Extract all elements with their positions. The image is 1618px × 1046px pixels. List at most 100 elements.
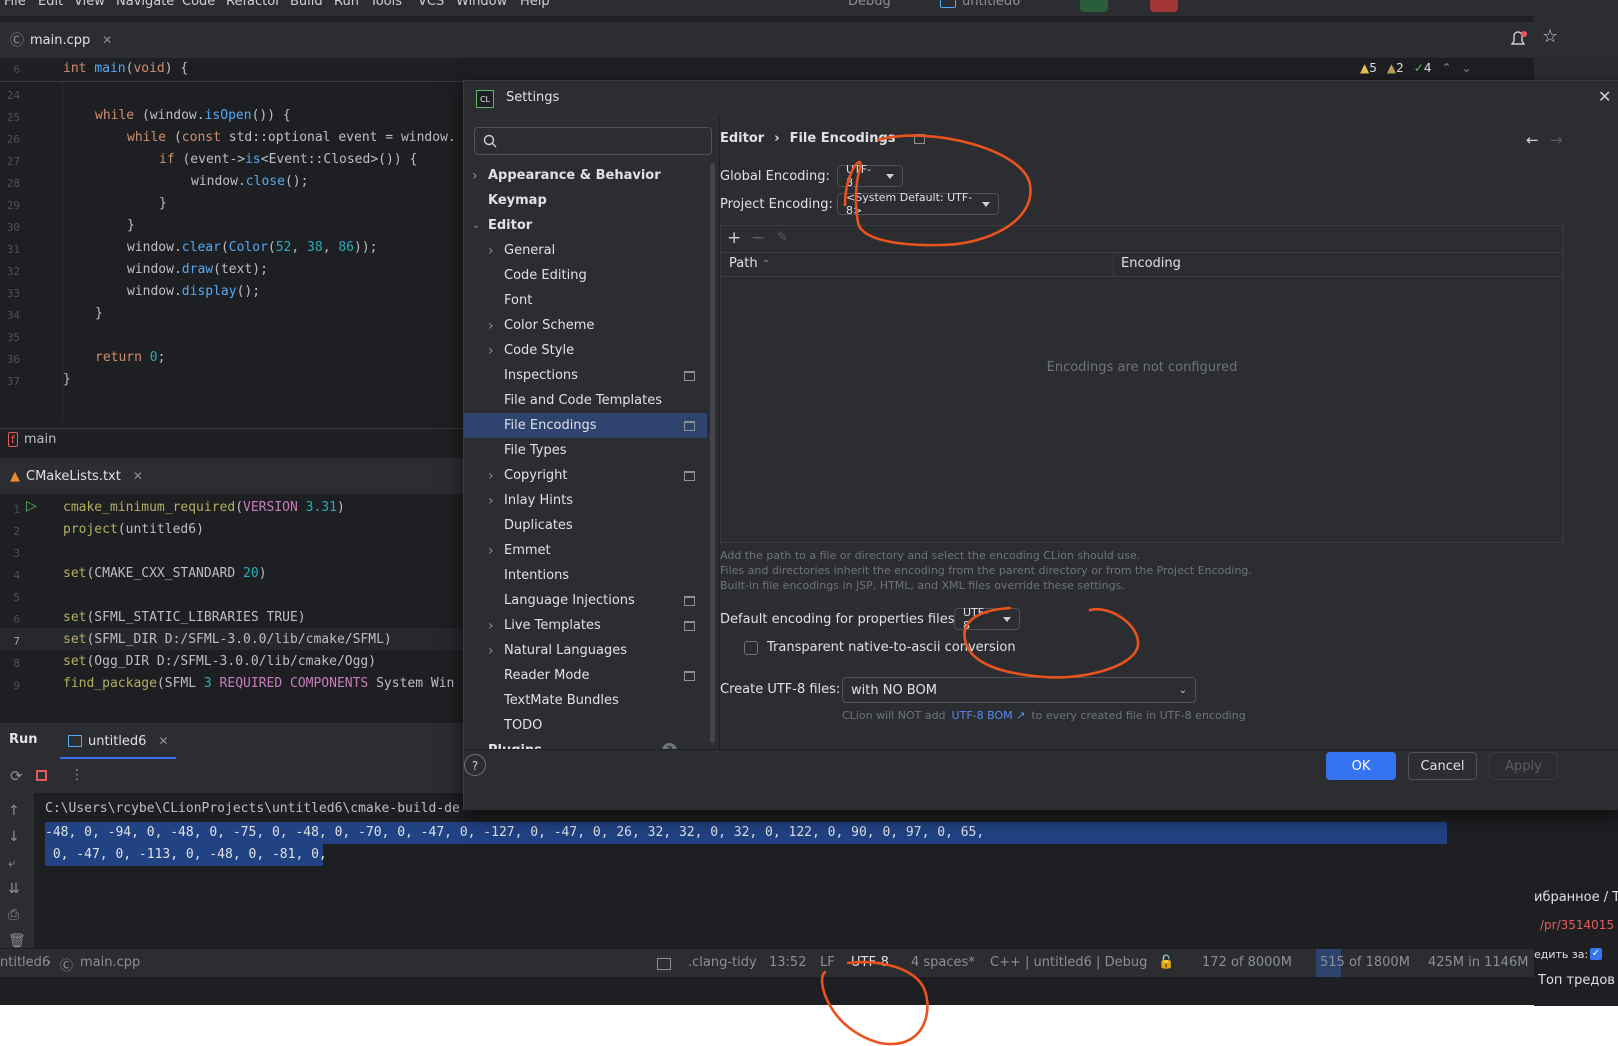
tab-cmakelists[interactable]: ▲ CMakeLists.txt ✕: [10, 458, 143, 494]
code-editor[interactable]: 24 25 while (window.isOpen()) { 26 while (…: [0, 82, 470, 422]
menu-run[interactable]: Run: [334, 0, 359, 9]
tree-item-code-style[interactable]: › Code Style: [464, 338, 707, 363]
tree-item-reader-mode[interactable]: Reader Mode: [464, 663, 707, 688]
tree-item-inlay-hints[interactable]: › Inlay Hints: [464, 488, 707, 513]
back-arrow-icon[interactable]: ←: [1526, 131, 1539, 149]
chevron-right-icon[interactable]: ›: [488, 493, 494, 509]
forward-arrow-icon[interactable]: →: [1550, 131, 1563, 149]
browser-text[interactable]: Топ тредов: [1538, 973, 1615, 988]
arrow-down-icon[interactable]: ↓: [8, 829, 20, 845]
project-encoding-select[interactable]: <System Default: UTF-8>: [837, 191, 999, 217]
chevron-right-icon[interactable]: ›: [488, 318, 494, 334]
print-icon[interactable]: ⎙: [8, 907, 19, 923]
status-line-separator[interactable]: LF: [820, 955, 835, 970]
breadcrumb-parent[interactable]: Editor: [720, 131, 764, 146]
more-icon[interactable]: ⋮: [70, 767, 84, 783]
menu-window[interactable]: Window: [456, 0, 507, 9]
menu-help[interactable]: Help: [520, 0, 550, 9]
chevron-up-icon[interactable]: ⌃: [1441, 61, 1451, 75]
scroll-end-icon[interactable]: ⇊: [8, 881, 20, 897]
tree-item-editor[interactable]: ⌄ Editor: [464, 213, 707, 238]
apply-button[interactable]: Apply: [1489, 752, 1558, 780]
properties-encoding-select[interactable]: UTF-8: [954, 606, 1020, 632]
tree-item-copyright[interactable]: › Copyright: [464, 463, 707, 488]
global-encoding-select[interactable]: UTF-8: [837, 163, 903, 189]
rerun-icon[interactable]: ⟳: [10, 767, 23, 785]
chevron-right-icon[interactable]: ›: [472, 168, 478, 184]
native-to-ascii-checkbox[interactable]: [744, 641, 758, 655]
star-icon[interactable]: ☆: [1542, 26, 1558, 47]
status-memory[interactable]: 425M in 1146M: [1428, 955, 1528, 970]
add-icon[interactable]: +: [727, 228, 741, 248]
search-input[interactable]: [474, 127, 712, 155]
status-file[interactable]: main.cpp: [80, 955, 140, 970]
column-encoding[interactable]: Encoding: [1121, 256, 1181, 271]
trash-icon[interactable]: 🗑: [8, 933, 26, 949]
cmake-editor[interactable]: 1 ▷ cmake_minimum_required(VERSION 3.31) 2…: [0, 496, 470, 692]
tree-item-emmet[interactable]: › Emmet: [464, 538, 707, 563]
close-icon[interactable]: ✕: [1598, 87, 1611, 106]
status-memory[interactable]: 172 of 8000M: [1202, 955, 1292, 970]
tree-item-color-scheme[interactable]: › Color Scheme: [464, 313, 707, 338]
close-icon[interactable]: ✕: [158, 734, 168, 748]
menu-file[interactable]: File: [4, 0, 26, 9]
stop-button[interactable]: [1150, 0, 1178, 12]
status-clang-tidy[interactable]: .clang-tidy: [688, 955, 757, 970]
tree-item-natural-languages[interactable]: › Natural Languages: [464, 638, 707, 663]
menu-build[interactable]: Build: [290, 0, 323, 9]
menu-refactor[interactable]: Refactor: [226, 0, 281, 9]
status-project[interactable]: ntitled6: [0, 955, 50, 970]
soft-wrap-icon[interactable]: ⤶: [8, 855, 16, 871]
tree-item-keymap[interactable]: Keymap: [464, 188, 707, 213]
tree-item-intentions[interactable]: Intentions: [464, 563, 707, 588]
column-path[interactable]: Path ⌃: [729, 256, 770, 271]
cancel-button[interactable]: Cancel: [1408, 752, 1477, 780]
tree-item-duplicates[interactable]: Duplicates: [464, 513, 707, 538]
chevron-right-icon[interactable]: ›: [488, 543, 494, 559]
console-output[interactable]: C:\Users\rcybe\CLionProjects\untitled6\c…: [34, 793, 1534, 949]
tree-item-general[interactable]: › General: [464, 238, 707, 263]
tree-item-inspections[interactable]: Inspections: [464, 363, 707, 388]
tree-item-appearance-behavior[interactable]: › Appearance & Behavior: [464, 163, 707, 188]
lock-icon[interactable]: 🔓: [1158, 955, 1174, 970]
edit-icon[interactable]: ✎: [777, 230, 788, 245]
tab-main-cpp[interactable]: Ⓒ main.cpp ✕: [10, 22, 112, 58]
status-encoding[interactable]: UTF-8: [851, 955, 889, 970]
status-caret-position[interactable]: 13:52: [769, 955, 806, 970]
run-gutter-icon[interactable]: ▷: [26, 498, 37, 514]
tree-item-code-editing[interactable]: Code Editing: [464, 263, 707, 288]
tree-item-textmate-bundles[interactable]: TextMate Bundles: [464, 688, 707, 713]
tree-item-font[interactable]: Font: [464, 288, 707, 313]
breadcrumb[interactable]: f main: [0, 428, 470, 450]
run-tab[interactable]: untitled6 ✕: [60, 725, 177, 759]
checkbox-icon[interactable]: ✓: [1590, 948, 1602, 960]
chevron-right-icon[interactable]: ›: [488, 618, 494, 634]
project-selector[interactable]: untitled6: [962, 0, 1020, 9]
chevron-right-icon[interactable]: ›: [488, 643, 494, 659]
bom-select[interactable]: with NO BOM ⌄: [842, 677, 1196, 703]
tree-item-file-and-code-templates[interactable]: File and Code Templates: [464, 388, 707, 413]
menu-view[interactable]: View: [74, 0, 105, 9]
menu-vcs[interactable]: VCS: [418, 0, 444, 9]
tree-item-file-encodings[interactable]: File Encodings: [464, 413, 707, 438]
ok-button[interactable]: OK: [1326, 752, 1396, 780]
run-button[interactable]: [1080, 0, 1108, 12]
tree-item-todo[interactable]: TODO: [464, 713, 707, 738]
chevron-down-icon[interactable]: ⌄: [472, 220, 480, 231]
tree-item-language-injections[interactable]: Language Injections: [464, 588, 707, 613]
menu-code[interactable]: Code: [182, 0, 215, 9]
notifications-icon[interactable]: [1502, 24, 1534, 56]
status-context[interactable]: C++ | untitled6 | Debug: [990, 955, 1147, 970]
tree-item-file-types[interactable]: File Types: [464, 438, 707, 463]
chevron-down-icon[interactable]: ⌄: [1462, 61, 1472, 75]
remove-icon[interactable]: −: [751, 228, 765, 248]
status-indent[interactable]: 4 spaces*: [911, 955, 975, 970]
menu-edit[interactable]: Edit: [38, 0, 63, 9]
browser-link[interactable]: /pr/3514015: [1540, 918, 1614, 932]
inspection-widget[interactable]: ▲5 ▲2 ✓4 ⌃ ⌄: [1360, 61, 1472, 75]
native-to-ascii-label[interactable]: Transparent native-to-ascii conversion: [767, 640, 1016, 655]
chevron-right-icon[interactable]: ›: [488, 468, 494, 484]
status-memory[interactable]: 515 of 1800M: [1320, 955, 1410, 970]
stop-icon[interactable]: [36, 770, 47, 781]
close-icon[interactable]: ✕: [102, 33, 112, 47]
